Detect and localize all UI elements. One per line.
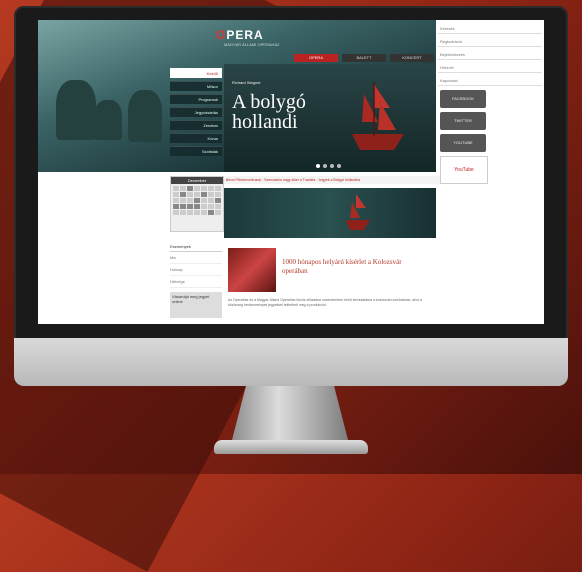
left-nav-item[interactable]: Műsor xyxy=(170,81,222,91)
social-button[interactable]: YOUTUBE xyxy=(440,134,486,152)
tab-balett[interactable]: BALETT xyxy=(342,54,386,62)
carousel-dot[interactable] xyxy=(323,164,327,168)
sidebar-field[interactable]: Bejelentkezés xyxy=(438,50,542,60)
left-nav-item[interactable]: Programok xyxy=(170,94,222,104)
youtube-badge[interactable]: YouTube xyxy=(440,156,488,184)
ship-illustration xyxy=(352,82,404,150)
events-row[interactable]: Ma xyxy=(170,252,222,264)
left-nav-item[interactable]: Kezdő xyxy=(170,68,222,78)
secondary-banner[interactable] xyxy=(224,188,436,238)
article-thumbnail[interactable] xyxy=(228,248,276,292)
events-row[interactable]: Hétvége xyxy=(170,276,222,288)
tab-koncert[interactable]: KONCERT xyxy=(390,54,434,62)
social-button[interactable]: FACEBOOK xyxy=(440,90,486,108)
monitor-chin xyxy=(14,338,568,386)
sidebar-field[interactable]: Kapcsolat xyxy=(438,76,542,86)
sidebar-field[interactable]: Keresés xyxy=(438,24,542,34)
opera-logo[interactable]: OPERA xyxy=(216,28,264,42)
feature-title: A bolygó hollandi xyxy=(232,91,306,133)
calendar-month: December xyxy=(171,177,223,184)
right-sidebar: Keresés Regisztráció Bejelentkezés Hírle… xyxy=(438,24,542,184)
left-nav-item[interactable]: Zenekar xyxy=(170,120,222,130)
news-ticker[interactable]: Bécsi Filharmonikusok · Szenzációs nagy … xyxy=(224,176,440,184)
carousel-dots xyxy=(316,164,341,168)
monitor-stand xyxy=(232,386,348,440)
events-row[interactable]: Holnap xyxy=(170,264,222,276)
social-button[interactable]: TWITTER xyxy=(440,112,486,130)
rock-shape xyxy=(94,100,122,140)
website-screen: OPERA MAGYAR ÁLLAMI OPERAHÁZ OPERA BALET… xyxy=(38,20,544,324)
rock-shape xyxy=(56,80,96,140)
tab-opera[interactable]: OPERA xyxy=(294,54,338,62)
left-nav: Kezdő Műsor Programok Jegyvásárlás Zenek… xyxy=(170,68,222,159)
carousel-dot[interactable] xyxy=(337,164,341,168)
calendar-grid xyxy=(171,184,223,217)
sidebar-field[interactable]: Hírlevél xyxy=(438,63,542,73)
carousel-dot[interactable] xyxy=(330,164,334,168)
left-nav-item[interactable]: Jegyvásárlás xyxy=(170,107,222,117)
event-calendar[interactable]: December xyxy=(170,176,224,232)
sidebar-field[interactable]: Regisztráció xyxy=(438,37,542,47)
logo-subtitle: MAGYAR ÁLLAMI OPERAHÁZ xyxy=(224,42,280,47)
feature-eyebrow: Richard Wagner xyxy=(232,80,261,85)
left-nav-item[interactable]: Kórus xyxy=(170,133,222,143)
top-nav: OPERA BALETT KONCERT xyxy=(294,54,434,62)
events-box: Események Ma Holnap Hétvége Vásárolja me… xyxy=(170,242,222,318)
left-nav-item[interactable]: Szólisták xyxy=(170,146,222,156)
events-heading: Események xyxy=(170,242,222,252)
monitor-base xyxy=(214,440,368,454)
feature-banner[interactable]: Richard Wagner A bolygó hollandi xyxy=(224,64,436,172)
article-body: Az Operaház és a Magyar Állami Operaház … xyxy=(228,298,422,307)
ship-illustration xyxy=(346,194,370,230)
rock-shape xyxy=(128,90,162,142)
ticket-promo[interactable]: Vásárolja meg jegyét online xyxy=(170,292,222,318)
carousel-dot[interactable] xyxy=(316,164,320,168)
article-headline[interactable]: 1000 hónapos helyárú kísérlet a Kolozsvá… xyxy=(282,258,422,276)
